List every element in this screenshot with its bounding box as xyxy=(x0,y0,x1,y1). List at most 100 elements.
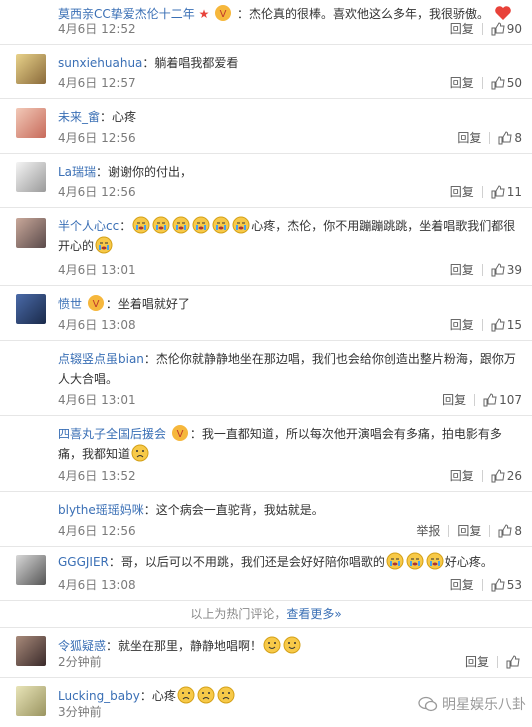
crying-emoji-icon xyxy=(232,216,250,234)
crying-emoji-icon xyxy=(132,216,150,234)
smile-emoji-icon xyxy=(263,636,281,654)
comment-time: 4月6日 13:52 xyxy=(58,469,136,483)
comment-username[interactable]: 半个人心cc xyxy=(58,219,119,233)
reply-button[interactable]: 回复 xyxy=(450,576,474,594)
like-button[interactable]: 107 xyxy=(483,391,522,409)
avatar[interactable] xyxy=(16,686,46,716)
see-more-link[interactable]: 查看更多» xyxy=(286,607,341,621)
comment-time: 4月6日 12:56 xyxy=(58,185,136,199)
comment-item: 四喜丸子全国后援会 V ：我一直都知道，所以每次他开演唱会有多痛，拍电影有多痛，我… xyxy=(0,416,532,492)
like-button[interactable]: 8 xyxy=(498,522,522,540)
reply-button[interactable]: 回复 xyxy=(450,20,474,38)
thumbs-up-icon xyxy=(498,524,512,538)
comment-text: ：杰伦真的很棒。喜欢他这么多年，我很骄傲。 xyxy=(237,7,490,21)
like-count: 8 xyxy=(514,131,522,145)
reply-button[interactable]: 回复 xyxy=(457,522,481,540)
like-button[interactable]: 15 xyxy=(491,316,522,334)
report-button[interactable]: 举报 xyxy=(416,522,440,540)
comment-username[interactable]: La瑞瑞 xyxy=(58,165,96,179)
like-button[interactable]: 90 xyxy=(491,20,522,38)
comment-username[interactable]: 四喜丸子全国后援会 xyxy=(58,427,166,441)
crying-emoji-icon xyxy=(152,216,170,234)
comment-username[interactable]: 令狐疑惑 xyxy=(58,639,106,653)
comment-text: ：就坐在那里，静静地唱啊！ xyxy=(106,639,263,653)
comment-time: 4月6日 12:56 xyxy=(58,524,136,538)
comment-text: ：谢谢你的付出， xyxy=(96,165,193,179)
comment-username[interactable]: 点辍竖点虽bian xyxy=(58,352,144,366)
comment-username[interactable]: sunxiehuahua xyxy=(58,56,142,70)
divider xyxy=(489,525,491,537)
comment-username[interactable]: 未来_畲 xyxy=(58,110,100,124)
comment-text: ：哥，以后可以不用跳，我们还是会好好陪你唱歌的 xyxy=(108,555,385,569)
thumbs-up-icon xyxy=(483,393,497,407)
hot-comments-label: 以上为热门评论， xyxy=(190,607,287,621)
reply-button[interactable]: 回复 xyxy=(450,183,474,201)
thumbs-up-icon xyxy=(506,655,520,669)
comment-time: 4月6日 12:56 xyxy=(58,131,136,145)
comment-username[interactable]: GGGJIER xyxy=(58,555,109,569)
comment-text: ：这个病会一直驼背，我姑就是。 xyxy=(143,503,324,517)
like-button[interactable] xyxy=(506,655,522,669)
like-button[interactable]: 39 xyxy=(491,261,522,279)
like-button[interactable]: 50 xyxy=(491,74,522,92)
smile-emoji-icon xyxy=(283,636,301,654)
divider xyxy=(481,77,483,89)
reply-button[interactable]: 回复 xyxy=(450,74,474,92)
reply-button[interactable]: 回复 xyxy=(450,316,474,334)
crying-emoji-icon xyxy=(212,216,230,234)
divider xyxy=(481,23,483,35)
crying-emoji-icon xyxy=(95,236,113,254)
avatar[interactable] xyxy=(16,636,46,666)
comment-list: 莫西亲CC挚爱杰伦十二年 ★ V ：杰伦真的很棒。喜欢他这么多年，我很骄傲。 4… xyxy=(0,0,532,727)
comment-item: 莫西亲CC挚爱杰伦十二年 ★ V ：杰伦真的很棒。喜欢他这么多年，我很骄傲。 4… xyxy=(0,0,532,45)
crying-emoji-icon xyxy=(386,552,404,570)
reply-button[interactable]: 回复 xyxy=(442,391,466,409)
comment-username[interactable]: 愤世 xyxy=(58,297,82,311)
crying-emoji-icon xyxy=(426,552,444,570)
like-count: 26 xyxy=(506,469,522,483)
sad-emoji-icon xyxy=(217,686,235,704)
like-button[interactable]: 11 xyxy=(491,183,522,201)
avatar[interactable] xyxy=(16,162,46,192)
reply-button[interactable]: 回复 xyxy=(457,129,481,147)
comment-username[interactable]: blythe瑶瑶妈咪 xyxy=(58,503,144,517)
like-count: 90 xyxy=(506,22,522,36)
avatar[interactable] xyxy=(16,54,46,84)
like-button[interactable]: 53 xyxy=(491,576,522,594)
comment-username[interactable]: 莫西亲CC挚爱杰伦十二年 xyxy=(58,7,195,21)
divider xyxy=(489,132,491,144)
divider xyxy=(481,264,483,276)
comment-time: 2分钟前 xyxy=(58,655,102,669)
sad-emoji-icon xyxy=(177,686,195,704)
avatar[interactable] xyxy=(16,218,46,248)
divider xyxy=(448,525,450,537)
comment-text: ：心疼 xyxy=(100,110,137,124)
like-count: 15 xyxy=(506,318,522,332)
comment-text: ：心疼 xyxy=(139,689,176,703)
comment-time: 4月6日 12:52 xyxy=(58,22,136,36)
like-button[interactable]: 8 xyxy=(498,129,522,147)
comment-username[interactable]: Lucking_baby xyxy=(58,689,140,703)
wechat-icon xyxy=(418,696,438,712)
comment-item: 点辍竖点虽bian：杰伦你就静静地坐在那边唱，我们也会给你创造出整片粉海，跟你万… xyxy=(0,341,532,416)
thumbs-up-icon xyxy=(491,22,505,36)
svg-text:V: V xyxy=(176,429,183,440)
reply-button[interactable]: 回复 xyxy=(465,653,489,671)
thumbs-up-icon xyxy=(491,318,505,332)
avatar[interactable] xyxy=(16,294,46,324)
reply-button[interactable]: 回复 xyxy=(450,467,474,485)
avatar[interactable] xyxy=(16,555,46,585)
comment-text: 好心疼。 xyxy=(444,555,493,569)
reply-button[interactable]: 回复 xyxy=(450,261,474,279)
comment-time: 4月6日 13:08 xyxy=(58,578,136,592)
divider xyxy=(481,470,483,482)
comment-item: 半个人心cc： 心疼，杰伦，你不用蹦蹦跳跳，坐着唱歌我们都很开心的 4月6日 13… xyxy=(0,208,532,286)
divider xyxy=(481,186,483,198)
comment-time: 4月6日 13:01 xyxy=(58,393,136,407)
comment-text: ： xyxy=(119,219,132,233)
sad-emoji-icon xyxy=(197,686,215,704)
crown-badge-icon: V xyxy=(87,295,104,311)
thumbs-up-icon xyxy=(491,263,505,277)
like-button[interactable]: 26 xyxy=(491,467,522,485)
avatar[interactable] xyxy=(16,108,46,138)
